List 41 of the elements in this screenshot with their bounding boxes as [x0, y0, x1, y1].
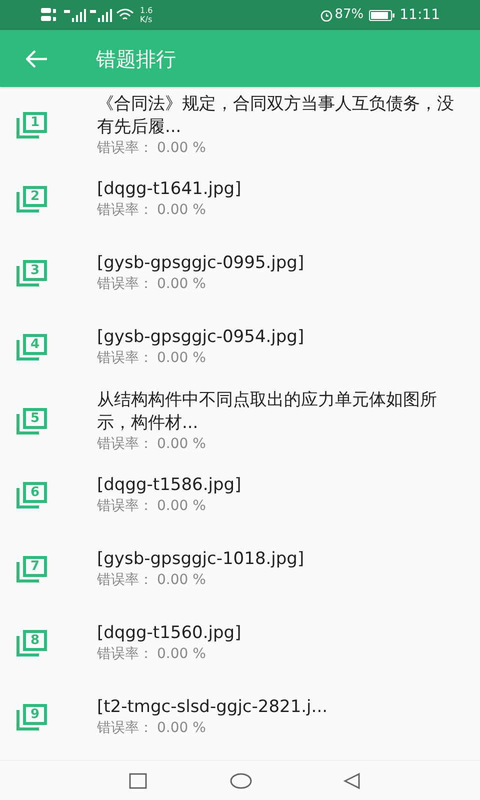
question-title[interactable]: [dqgg-t1560.jpg]	[97, 622, 242, 645]
error-rate-label: 错误率：	[97, 275, 153, 294]
battery-percent: 87%	[334, 6, 364, 24]
error-rate-value: 0.00 %	[157, 571, 206, 590]
error-rate-label: 错误率：	[97, 645, 153, 664]
question-title[interactable]: [gysb-gpsggjc-0954.jpg]	[97, 326, 304, 349]
error-rate-label: 错误率：	[97, 349, 153, 368]
page-title: 错题排行	[96, 46, 176, 72]
speed-value: 1.6	[140, 6, 153, 15]
error-rate-label: 错误率：	[97, 201, 153, 220]
question-title[interactable]: [dqgg-t1641.jpg]	[97, 178, 242, 201]
back-icon[interactable]	[343, 772, 361, 790]
back-arrow-icon	[26, 50, 48, 68]
clock: 11:11	[400, 6, 440, 24]
error-rate-value: 0.00 %	[157, 645, 206, 664]
recents-icon[interactable]	[129, 772, 147, 788]
signal-icon	[64, 8, 86, 22]
question-title[interactable]: [gysb-gpsggjc-1018.jpg]	[97, 548, 304, 571]
question-title[interactable]: [dqgg-t1586.jpg]	[97, 474, 242, 497]
error-rate-value: 0.00 %	[157, 497, 206, 516]
error-rate-value: 0.00 %	[157, 275, 206, 294]
signal-icon	[90, 8, 112, 22]
speed-unit: K/s	[140, 15, 153, 24]
error-rate-label: 错误率：	[97, 138, 153, 158]
error-rate-value: 0.00 %	[157, 434, 206, 454]
question-title[interactable]: [gysb-gpsggjc-0995.jpg]	[97, 252, 304, 275]
battery-icon	[368, 10, 395, 20]
home-icon[interactable]	[230, 772, 252, 788]
question-title[interactable]: 《合同法》规定，合同双方当事人互负债务，没有先后履...	[97, 92, 462, 138]
error-rate-value: 0.00 %	[157, 349, 206, 368]
question-title[interactable]: 从结构构件中不同点取出的应力单元体如图所示，构件材...	[97, 388, 462, 434]
error-rate-value: 0.00 %	[157, 138, 206, 158]
alarm-icon	[320, 8, 333, 22]
error-rate-label: 错误率：	[97, 434, 153, 454]
error-rate-value: 0.00 %	[157, 201, 206, 220]
error-rate-label: 错误率：	[97, 571, 153, 590]
question-title[interactable]: [t2-tmgc-slsd-ggjc-2821.j...	[97, 696, 328, 719]
error-rate-label: 错误率：	[97, 719, 153, 738]
error-rate-label: 错误率：	[97, 497, 153, 516]
error-rate-value: 0.00 %	[157, 719, 206, 738]
wifi-icon	[116, 8, 134, 22]
